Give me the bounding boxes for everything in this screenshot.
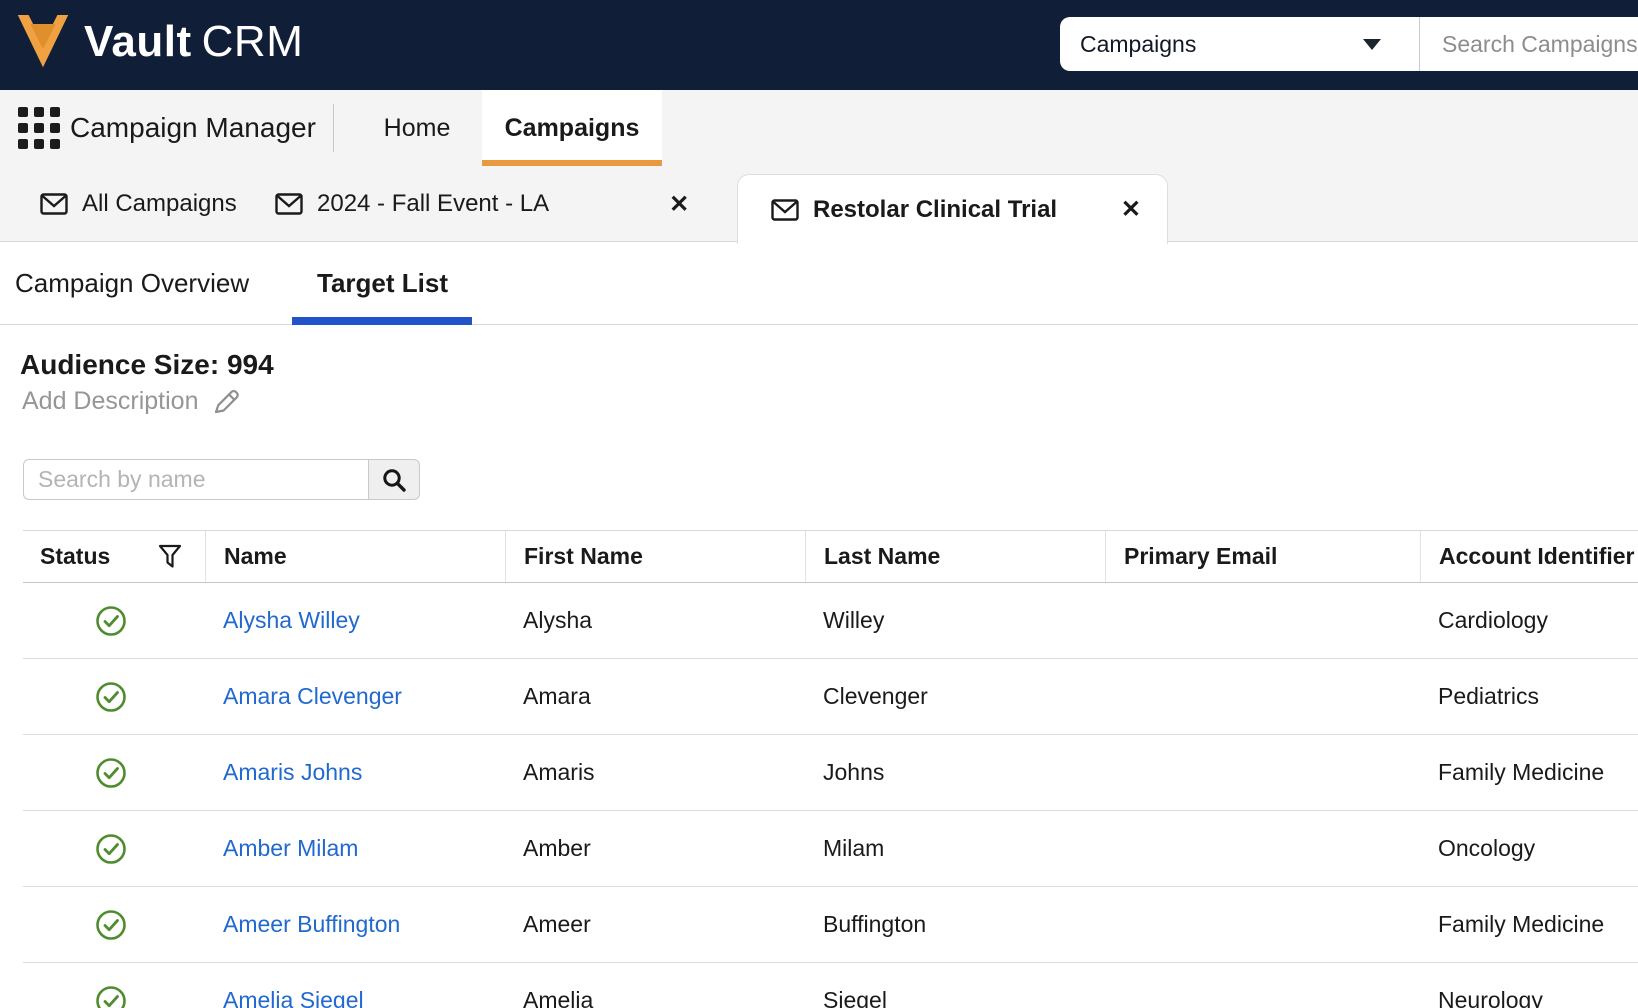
row-last-name: Johns [823,759,885,785]
row-account-identifier: Family Medicine [1438,911,1605,937]
logo-text: Vault CRM [84,17,303,67]
row-name-link[interactable]: Amber Milam [223,835,358,861]
subtab-campaign-overview[interactable]: Campaign Overview [15,242,249,325]
tab-home[interactable]: Home [352,90,482,166]
app-bar: Campaign Manager Home Campaigns [0,90,1638,166]
close-tab-icon[interactable]: ✕ [669,190,689,219]
campaign-tab-label: All Campaigns [82,190,237,217]
row-account-identifier: Pediatrics [1438,683,1539,709]
top-navigation-bar: Vault CRM Campaigns [0,0,1638,90]
row-account-identifier: Oncology [1438,835,1536,861]
table-header-row: Status Name First Name Last Name Primary… [23,530,1638,583]
approved-check-icon [95,909,127,941]
logo-vault: Vault [84,17,192,66]
app-title: Campaign Manager [70,112,316,143]
target-search-group [23,459,420,500]
target-list-table: Status Name First Name Last Name Primary… [23,530,1638,1008]
table-row: Amaris Johns Amaris Johns Family Medicin… [23,735,1638,811]
row-name-link[interactable]: Amaris Johns [223,759,362,785]
subtab-target-list[interactable]: Target List [317,242,448,325]
campaign-tab-strip: All Campaigns 2024 - Fall Event - LA ✕ R… [0,166,1638,244]
logo-crm: CRM [201,17,304,66]
row-status-cell [23,985,205,1008]
search-by-name-input[interactable] [23,459,368,500]
table-body: Alysha Willey Alysha Willey Cardiology A… [23,583,1638,1008]
approved-check-icon [95,833,127,865]
row-first-name: Amber [523,835,591,861]
row-status-cell [23,833,205,865]
audience-size-label: Audience Size: [20,349,220,380]
approved-check-icon [95,985,127,1008]
audience-size-heading: Audience Size: 994 [20,349,274,381]
row-status-cell [23,681,205,713]
column-header-primary-email[interactable]: Primary Email [1105,531,1420,582]
row-name-link[interactable]: Amelia Siegel [223,987,364,1008]
global-search-group: Campaigns [1060,17,1638,71]
campaign-tab-fall-event-la[interactable]: 2024 - Fall Event - LA ✕ [275,166,689,242]
pencil-icon[interactable] [212,388,242,416]
table-row: Alysha Willey Alysha Willey Cardiology [23,583,1638,659]
row-first-name: Amaris [523,759,595,785]
column-header-status[interactable]: Status [23,531,205,582]
vault-crm-logo: Vault CRM [16,12,303,72]
app-bar-divider [333,104,334,152]
search-object-selector-value: Campaigns [1080,30,1197,57]
row-last-name: Milam [823,835,885,861]
table-row: Amara Clevenger Amara Clevenger Pediatri… [23,659,1638,735]
search-button[interactable] [368,459,420,500]
row-last-name: Clevenger [823,683,928,709]
row-status-cell [23,605,205,637]
vault-crm-app: { "topbar": { "logo": { "vault": "Vault"… [0,0,1638,1008]
approved-check-icon [95,605,127,637]
row-account-identifier: Cardiology [1438,607,1548,633]
row-status-cell [23,909,205,941]
add-description-label: Add Description [22,387,199,415]
campaign-tab-all-campaigns[interactable]: All Campaigns [40,166,237,242]
tab-campaigns[interactable]: Campaigns [482,90,662,166]
row-first-name: Amelia [523,987,594,1008]
global-search-input[interactable] [1420,17,1638,71]
column-header-account-identifier[interactable]: Account Identifier [1420,531,1638,582]
column-header-label: Status [40,543,111,569]
approved-check-icon [95,681,127,713]
row-first-name: Alysha [523,607,593,633]
row-last-name: Buffington [823,911,927,937]
search-object-selector[interactable]: Campaigns [1060,17,1419,71]
row-name-link[interactable]: Amara Clevenger [223,683,402,709]
add-description-action[interactable]: Add Description [22,387,242,416]
table-row: Ameer Buffington Ameer Buffington Family… [23,887,1638,963]
envelope-icon [40,193,68,215]
app-launcher-icon[interactable] [18,107,60,149]
close-tab-icon[interactable]: ✕ [1121,195,1141,224]
column-header-first-name[interactable]: First Name [505,531,805,582]
row-name-link[interactable]: Alysha Willey [223,607,360,633]
approved-check-icon [95,757,127,789]
audience-size-value: 994 [226,349,274,380]
envelope-icon [275,193,303,215]
row-first-name: Amara [523,683,591,709]
table-row: Amelia Siegel Amelia Siegel Neurology [23,963,1638,1008]
row-last-name: Siegel [823,987,887,1008]
row-status-cell [23,757,205,789]
column-header-name[interactable]: Name [205,531,505,582]
active-subtab-underline [292,317,472,325]
column-header-last-name[interactable]: Last Name [805,531,1105,582]
row-last-name: Willey [823,607,885,633]
campaign-subtabs: Campaign Overview Target List [0,242,1638,325]
campaign-tab-label: Restolar Clinical Trial [813,195,1058,223]
campaign-tab-restolar-clinical-trial[interactable]: Restolar Clinical Trial ✕ [737,174,1168,244]
search-icon [381,467,407,493]
row-account-identifier: Family Medicine [1438,759,1605,785]
envelope-icon [771,198,799,221]
row-account-identifier: Neurology [1438,987,1543,1008]
table-row: Amber Milam Amber Milam Oncology [23,811,1638,887]
chevron-down-icon [1363,38,1382,50]
row-name-link[interactable]: Ameer Buffington [223,911,400,937]
vault-logo-icon [16,12,70,72]
filter-icon[interactable] [158,544,182,570]
campaign-tab-label: 2024 - Fall Event - LA [317,190,550,217]
row-first-name: Ameer [523,911,591,937]
